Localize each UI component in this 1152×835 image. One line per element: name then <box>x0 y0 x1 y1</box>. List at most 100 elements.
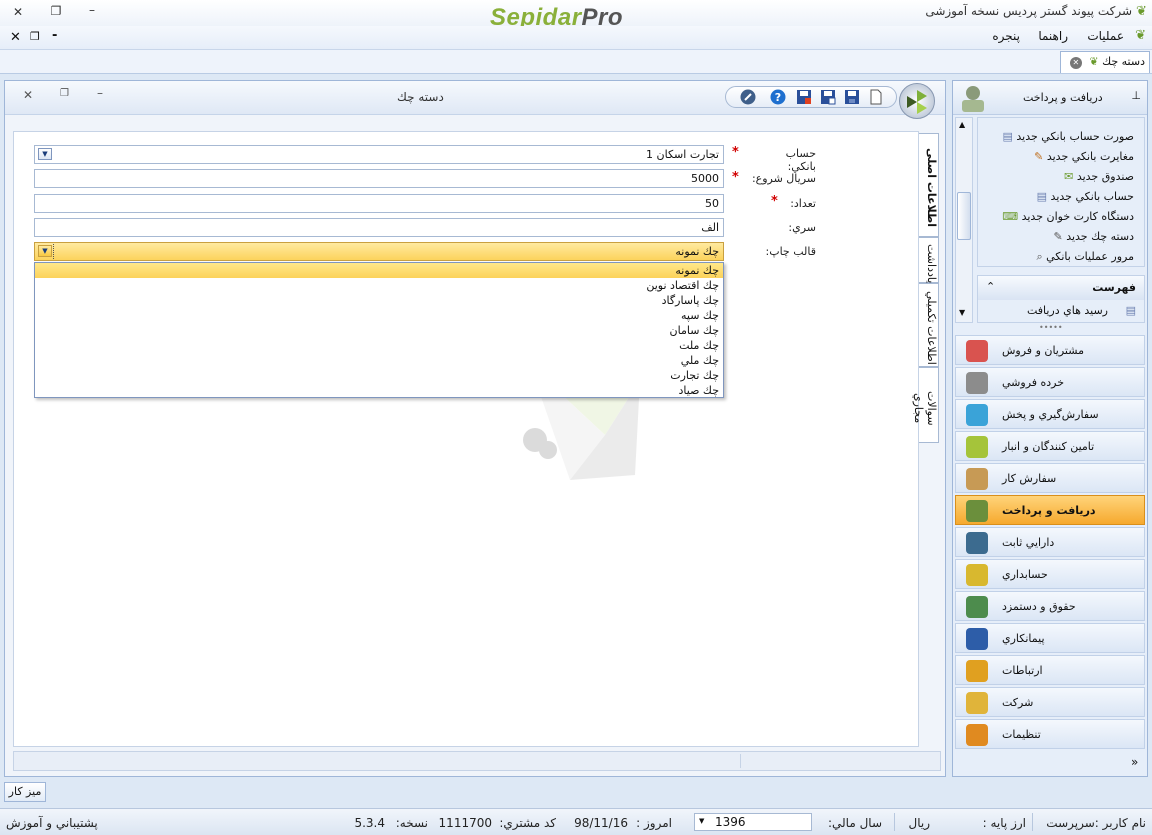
handshake-icon <box>966 628 988 650</box>
mdi-restore-icon[interactable]: ❐ <box>30 30 40 43</box>
menu-help[interactable]: راهنما <box>1038 29 1068 43</box>
nav-company[interactable]: شركت <box>955 687 1145 717</box>
pin-icon[interactable]: ⊥ <box>1131 89 1141 102</box>
tab-notes[interactable]: يادداشت <box>919 237 939 283</box>
nav-boxes[interactable]: تامين كنندگان و انبار <box>955 431 1145 461</box>
bank-account-field[interactable]: تجارت اسكان 1 ▼ <box>34 145 724 164</box>
nav-label: دريافت و پرداخت <box>1002 504 1096 517</box>
list-item-receipts[interactable]: رسيد هاي دريافت <box>1027 304 1108 324</box>
user-status: نام کاربر :سرپرست <box>1046 816 1146 830</box>
dropdown-option[interactable]: چك اقتصاد نوين <box>35 278 723 293</box>
status-bar: نام کاربر :سرپرست ارز پایه : ريال سال ما… <box>0 808 1152 835</box>
wrench-icon[interactable] <box>740 89 756 105</box>
today-value: 98/11/16 <box>574 816 628 830</box>
overflow-chevron-icon[interactable]: » <box>1131 755 1138 769</box>
window-minimize-icon[interactable]: – <box>97 86 103 100</box>
series-input[interactable]: الف <box>34 218 724 237</box>
tab-check-book[interactable]: دسته چك ❦ ✕ <box>1060 51 1150 73</box>
list-header[interactable]: ⌃ فهرست <box>978 276 1144 300</box>
nav-arrows[interactable]: ارتباطات <box>955 655 1145 685</box>
dropdown-option[interactable]: چك ملي <box>35 353 723 368</box>
nav-label: ارتباطات <box>1002 664 1043 677</box>
chevron-down-icon[interactable]: ▼ <box>38 148 52 160</box>
restore-icon[interactable]: ❐ <box>48 4 64 18</box>
nav-handshake[interactable]: پيمانكاري <box>955 623 1145 653</box>
tab-close-icon[interactable]: ✕ <box>1069 57 1082 69</box>
link-new-cashbox[interactable]: صندوق جديد ✉ <box>1064 170 1134 190</box>
nav-gear[interactable]: تنظيمات <box>955 719 1145 749</box>
dropdown-option[interactable]: چك تجارت <box>35 368 723 383</box>
save-new-icon[interactable] <box>820 89 836 105</box>
save-icon[interactable] <box>844 89 860 105</box>
print-template-dropdown: چك نمونه چك اقتصاد نوين چك پاسارگاد چك س… <box>34 262 724 398</box>
count-input[interactable]: 50 <box>34 194 724 213</box>
scroll-up-icon[interactable]: ▲ <box>959 120 965 129</box>
toolbar: ? <box>725 86 897 108</box>
link-new-bank-reconcile[interactable]: مغايرت بانكي جديد ✎ <box>1034 150 1134 170</box>
nav-ledger[interactable]: حسابداري <box>955 559 1145 589</box>
nav-money[interactable]: حقوق و دستمزد <box>955 591 1145 621</box>
link-new-bank-account[interactable]: حساب بانكي جديد ▤ <box>1037 190 1134 210</box>
new-document-icon[interactable] <box>868 89 884 105</box>
menu-window[interactable]: پنجره <box>992 29 1020 43</box>
dropdown-option[interactable]: چك سامان <box>35 323 723 338</box>
form-menu-button[interactable] <box>899 83 935 119</box>
nav-cart[interactable]: خرده فروشي <box>955 367 1145 397</box>
link-new-card-reader[interactable]: دستگاه كارت خوان جديد ⌨ <box>1002 210 1134 230</box>
start-serial-input[interactable]: 5000 <box>34 169 724 188</box>
nav-machine[interactable]: دارايي ثابت <box>955 527 1145 557</box>
bank-account-label: حساب بانكي: <box>785 147 816 173</box>
tab-logo-icon: ❦ <box>1089 55 1099 68</box>
ledger-icon <box>966 564 988 586</box>
nav-cashier[interactable]: دريافت و پرداخت <box>955 495 1145 525</box>
window-header: ✕ ❐ – دسته چك ? <box>5 81 945 119</box>
collapse-icon[interactable]: ⌃ <box>986 280 995 293</box>
scroll-down-icon[interactable]: ▼ <box>959 308 965 317</box>
nav-label: تامين كنندگان و انبار <box>1002 440 1095 453</box>
link-review-bank-operations[interactable]: مرور عمليات بانكي ⌕ <box>1036 250 1134 266</box>
title-bar: ✕ ❐ – SepidarPro شرکت پیوند گستر پردیس ن… <box>0 0 1152 31</box>
dropdown-option[interactable]: چك پاسارگاد <box>35 293 723 308</box>
help-icon[interactable]: ? <box>770 89 786 105</box>
link-new-check-book[interactable]: دسته چك جديد ✎ <box>1053 230 1134 250</box>
mdi-minimize-icon[interactable]: - <box>52 28 57 43</box>
close-icon[interactable]: ✕ <box>10 5 26 19</box>
list-section: ⌃ فهرست رسيد هاي دريافت ▤ <box>977 275 1145 323</box>
start-serial-label: سريال شروع: <box>751 172 816 185</box>
window-restore-icon[interactable]: ❐ <box>60 88 69 99</box>
dropdown-option[interactable]: چك نمونه <box>35 263 723 278</box>
count-label: تعداد: <box>790 197 816 210</box>
link-new-bank-statement[interactable]: صورت حساب بانكي جديد ▤ <box>1002 130 1134 150</box>
required-mark: * <box>771 194 778 209</box>
svg-text:?: ? <box>775 91 781 104</box>
nav-globe[interactable]: سفارش‌گيري و پخش <box>955 399 1145 429</box>
nav-chart[interactable]: مشتريان و فروش <box>955 335 1145 365</box>
menu-operations[interactable]: عملیات <box>1087 29 1124 43</box>
tab-extra-info[interactable]: اطلاعات تكميلي <box>919 283 939 367</box>
print-template-select[interactable]: چك نمونه ▼ <box>34 242 724 261</box>
nav-label: خرده فروشي <box>1002 376 1065 389</box>
statement-icon: ▤ <box>1002 130 1013 143</box>
panel-scrollbar[interactable]: ▲ ▼ <box>955 117 973 323</box>
support-link[interactable]: پشتيباني و آموزش <box>6 816 98 830</box>
dropdown-option[interactable]: چك صياد <box>35 383 723 398</box>
fiscal-year-select[interactable]: 1396 ▼ <box>694 813 812 831</box>
tab-main-info[interactable]: اطلاعات اصلی <box>919 133 939 237</box>
machine-icon <box>966 532 988 554</box>
splitter-handle[interactable]: ••••• <box>1039 323 1063 332</box>
scroll-thumb[interactable] <box>957 192 971 240</box>
chevron-down-icon[interactable]: ▼ <box>699 817 704 825</box>
dropdown-option[interactable]: چك سپه <box>35 308 723 323</box>
status-separator <box>894 813 895 831</box>
window-close-icon[interactable]: ✕ <box>23 88 33 102</box>
save-close-icon[interactable] <box>796 89 812 105</box>
minimize-icon[interactable]: – <box>84 3 100 17</box>
nav-parts[interactable]: سفارش كار <box>955 463 1145 493</box>
tab-questions[interactable]: سوالات مجاري <box>912 367 939 443</box>
chevron-down-icon[interactable]: ▼ <box>38 245 52 257</box>
dropdown-option[interactable]: چك ملت <box>35 338 723 353</box>
mdi-close-icon[interactable]: ✕ <box>10 30 21 45</box>
reconcile-icon: ✎ <box>1034 150 1044 163</box>
desk-button[interactable]: ميز كار <box>4 782 46 802</box>
cashier-icon <box>966 500 988 522</box>
